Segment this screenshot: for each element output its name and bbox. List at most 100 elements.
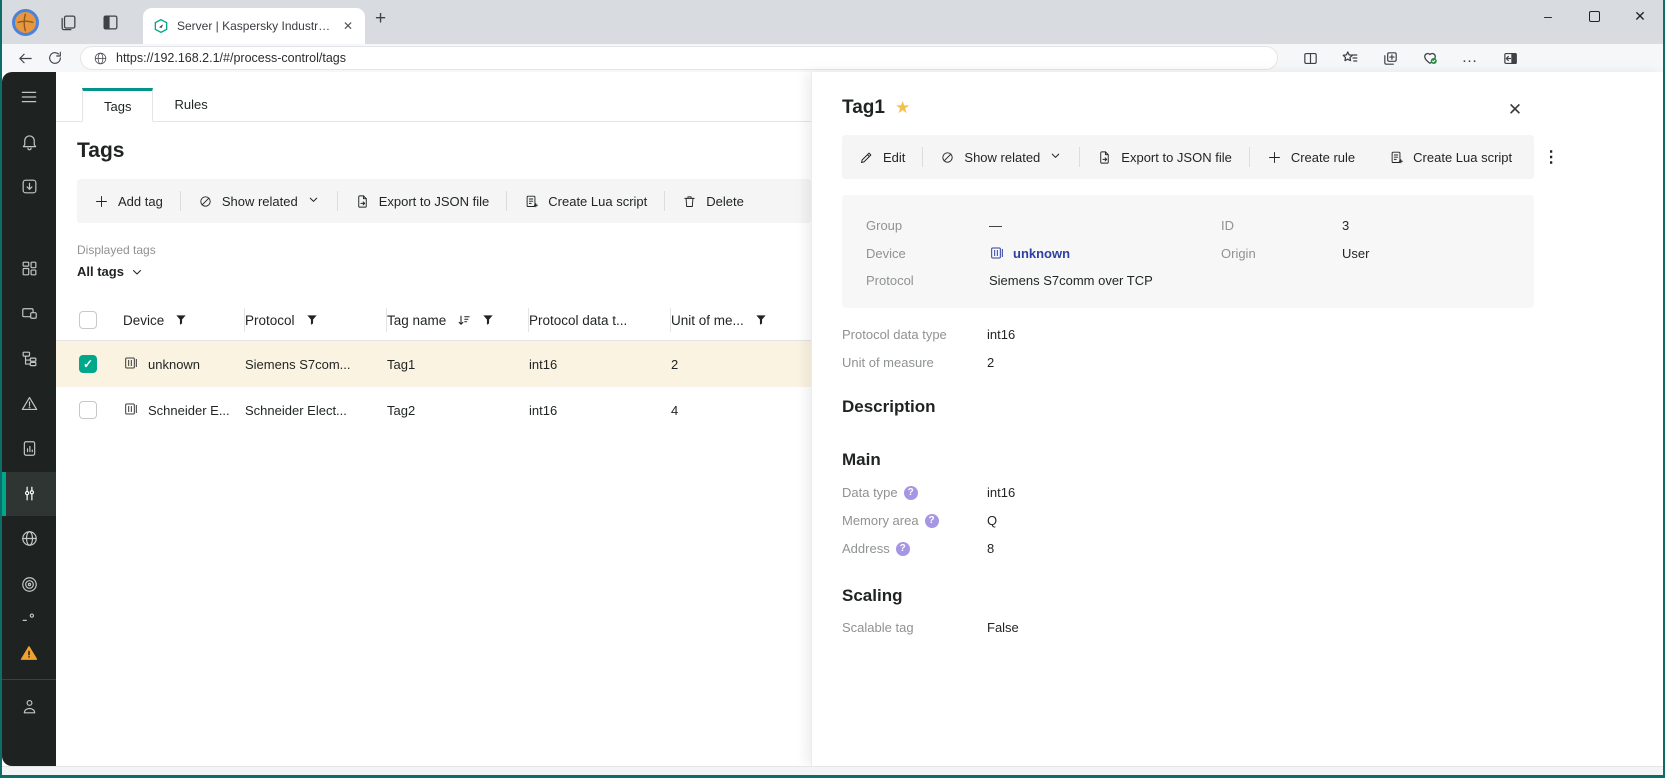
- table-row-tag2[interactable]: Schneider E... Schneider Elect... Tag2 i…: [56, 387, 811, 433]
- browser-tab[interactable]: Server | Kaspersky Industrial Cybe ✕: [143, 8, 365, 44]
- panel-toolbar: Edit Show related Export to JSON file Cr…: [842, 135, 1534, 179]
- browser-toolbar: https://192.168.2.1/#/process-control/ta…: [2, 44, 1663, 72]
- displayed-tags-label: Displayed tags: [77, 243, 811, 257]
- show-related-button[interactable]: Show related: [181, 179, 337, 223]
- sort-ascending-icon[interactable]: [456, 313, 471, 328]
- row-checkbox[interactable]: ✓: [79, 355, 97, 373]
- close-panel-icon[interactable]: ✕: [1503, 98, 1527, 122]
- menu-toggle[interactable]: [2, 77, 56, 116]
- tags-filter-dropdown[interactable]: All tags: [77, 264, 144, 279]
- edit-button[interactable]: Edit: [842, 135, 922, 179]
- protocol-value: Siemens S7comm over TCP: [989, 273, 1221, 288]
- column-protocol-data-type[interactable]: Protocol data t...: [529, 313, 627, 328]
- help-icon[interactable]: ?: [904, 486, 918, 500]
- tags-page: Tags Rules Tags Add tag Show related: [56, 72, 811, 775]
- export-file-icon: [1097, 150, 1112, 165]
- column-tag-name[interactable]: Tag name: [387, 313, 446, 328]
- tab-rules[interactable]: Rules: [153, 87, 228, 121]
- target-icon: [20, 575, 39, 594]
- profile-avatar[interactable]: [12, 9, 39, 36]
- main-fields: Data type? int16 Memory area? Q Address?…: [842, 485, 1534, 556]
- sidebar-item-warnings[interactable]: [2, 633, 56, 672]
- filter-icon[interactable]: [754, 313, 768, 327]
- address-label: Address: [842, 541, 890, 556]
- device-icon: [123, 355, 139, 374]
- new-tab-button[interactable]: +: [375, 8, 386, 30]
- chevron-down-icon: [1049, 149, 1062, 165]
- settings-more-icon[interactable]: …: [1456, 46, 1484, 70]
- page-tabs: Tags Rules: [56, 72, 811, 122]
- sidebar-item-assets[interactable]: [2, 294, 56, 333]
- tab-tags[interactable]: Tags: [82, 88, 153, 122]
- favorites-icon[interactable]: [1336, 46, 1364, 70]
- collections-icon[interactable]: [1376, 46, 1404, 70]
- maximize-button[interactable]: [1571, 0, 1617, 32]
- side-navigation: [2, 72, 56, 766]
- scalable-tag-value: False: [987, 620, 1534, 635]
- memory-area-value: Q: [987, 513, 1534, 528]
- group-label: Group: [866, 218, 989, 233]
- refresh-button[interactable]: [42, 46, 68, 70]
- create-rule-button[interactable]: Create rule: [1250, 135, 1372, 179]
- plus-icon: [1267, 150, 1282, 165]
- sidebar-item-account[interactable]: [2, 687, 56, 726]
- sliders-icon: [20, 484, 39, 503]
- sidebar-item-status-dots[interactable]: [2, 607, 56, 630]
- split-screen-icon[interactable]: [1296, 46, 1324, 70]
- sidebar-item-network[interactable]: [2, 519, 56, 558]
- row-checkbox[interactable]: [79, 401, 97, 419]
- sidebar-item-reports[interactable]: [2, 429, 56, 468]
- filter-icon[interactable]: [174, 313, 188, 327]
- sidebar-item-updates[interactable]: [2, 167, 56, 206]
- help-icon[interactable]: ?: [896, 542, 910, 556]
- tags-table: Device Protocol Tag name Protocol data t…: [56, 300, 811, 433]
- filter-icon[interactable]: [305, 313, 319, 327]
- sidebar-item-notifications[interactable]: [2, 122, 56, 161]
- script-icon: [524, 194, 539, 209]
- tab-close-icon[interactable]: ✕: [339, 17, 357, 35]
- tag-fields: Protocol data type int16 Unit of measure…: [842, 327, 1534, 370]
- column-unit[interactable]: Unit of me...: [671, 313, 744, 328]
- close-window-button[interactable]: ✕: [1617, 0, 1663, 32]
- favorite-star-icon[interactable]: ★: [895, 98, 910, 118]
- browser-essentials-icon[interactable]: [1416, 46, 1444, 70]
- link-icon: [198, 194, 213, 209]
- show-related-button[interactable]: Show related: [923, 135, 1079, 179]
- trash-icon: [682, 194, 697, 209]
- back-button[interactable]: [12, 46, 38, 70]
- minimize-button[interactable]: –: [1525, 0, 1571, 32]
- export-json-button[interactable]: Export to JSON file: [338, 179, 507, 223]
- sidebar-item-audit[interactable]: [2, 564, 56, 603]
- add-tag-button[interactable]: Add tag: [77, 179, 180, 223]
- filter-icon[interactable]: [481, 313, 495, 327]
- device-link[interactable]: unknown: [989, 245, 1221, 261]
- tree-icon: [20, 349, 39, 368]
- sidebar-item-dashboard[interactable]: [2, 249, 56, 288]
- address-bar[interactable]: https://192.168.2.1/#/process-control/ta…: [80, 46, 1278, 70]
- create-lua-script-button[interactable]: Create Lua script: [1372, 135, 1529, 179]
- column-device[interactable]: Device: [123, 313, 164, 328]
- create-lua-script-button[interactable]: Create Lua script: [507, 179, 664, 223]
- horizontal-scrollbar-track[interactable]: [2, 766, 1663, 775]
- sidebar-item-topology[interactable]: [2, 339, 56, 378]
- protocol-data-type-value: int16: [987, 327, 1534, 342]
- device-icon: [989, 245, 1005, 261]
- select-all-checkbox[interactable]: [79, 311, 97, 329]
- help-icon[interactable]: ?: [925, 514, 939, 528]
- link-icon: [940, 150, 955, 165]
- delete-button[interactable]: Delete: [665, 179, 761, 223]
- sidebar-item-process-control[interactable]: [2, 472, 56, 517]
- column-protocol[interactable]: Protocol: [245, 313, 295, 328]
- memory-area-label: Memory area: [842, 513, 919, 528]
- sidebar-item-events[interactable]: [2, 384, 56, 423]
- export-json-button[interactable]: Export to JSON file: [1080, 135, 1249, 179]
- vertical-tabs-icon[interactable]: [93, 5, 127, 39]
- toolbar-right-icons: …: [1296, 46, 1524, 70]
- kics-favicon: [153, 18, 169, 34]
- maximize-icon: [1589, 11, 1600, 22]
- copilot-sidebar-icon[interactable]: [1496, 46, 1524, 70]
- more-actions-kebab-icon[interactable]: ⋮: [1529, 147, 1573, 167]
- address-value: 8: [987, 541, 1534, 556]
- table-row-tag1[interactable]: ✓ unknown Siemens S7com... Tag1 int16 2: [56, 341, 811, 387]
- workspaces-icon[interactable]: [51, 5, 85, 39]
